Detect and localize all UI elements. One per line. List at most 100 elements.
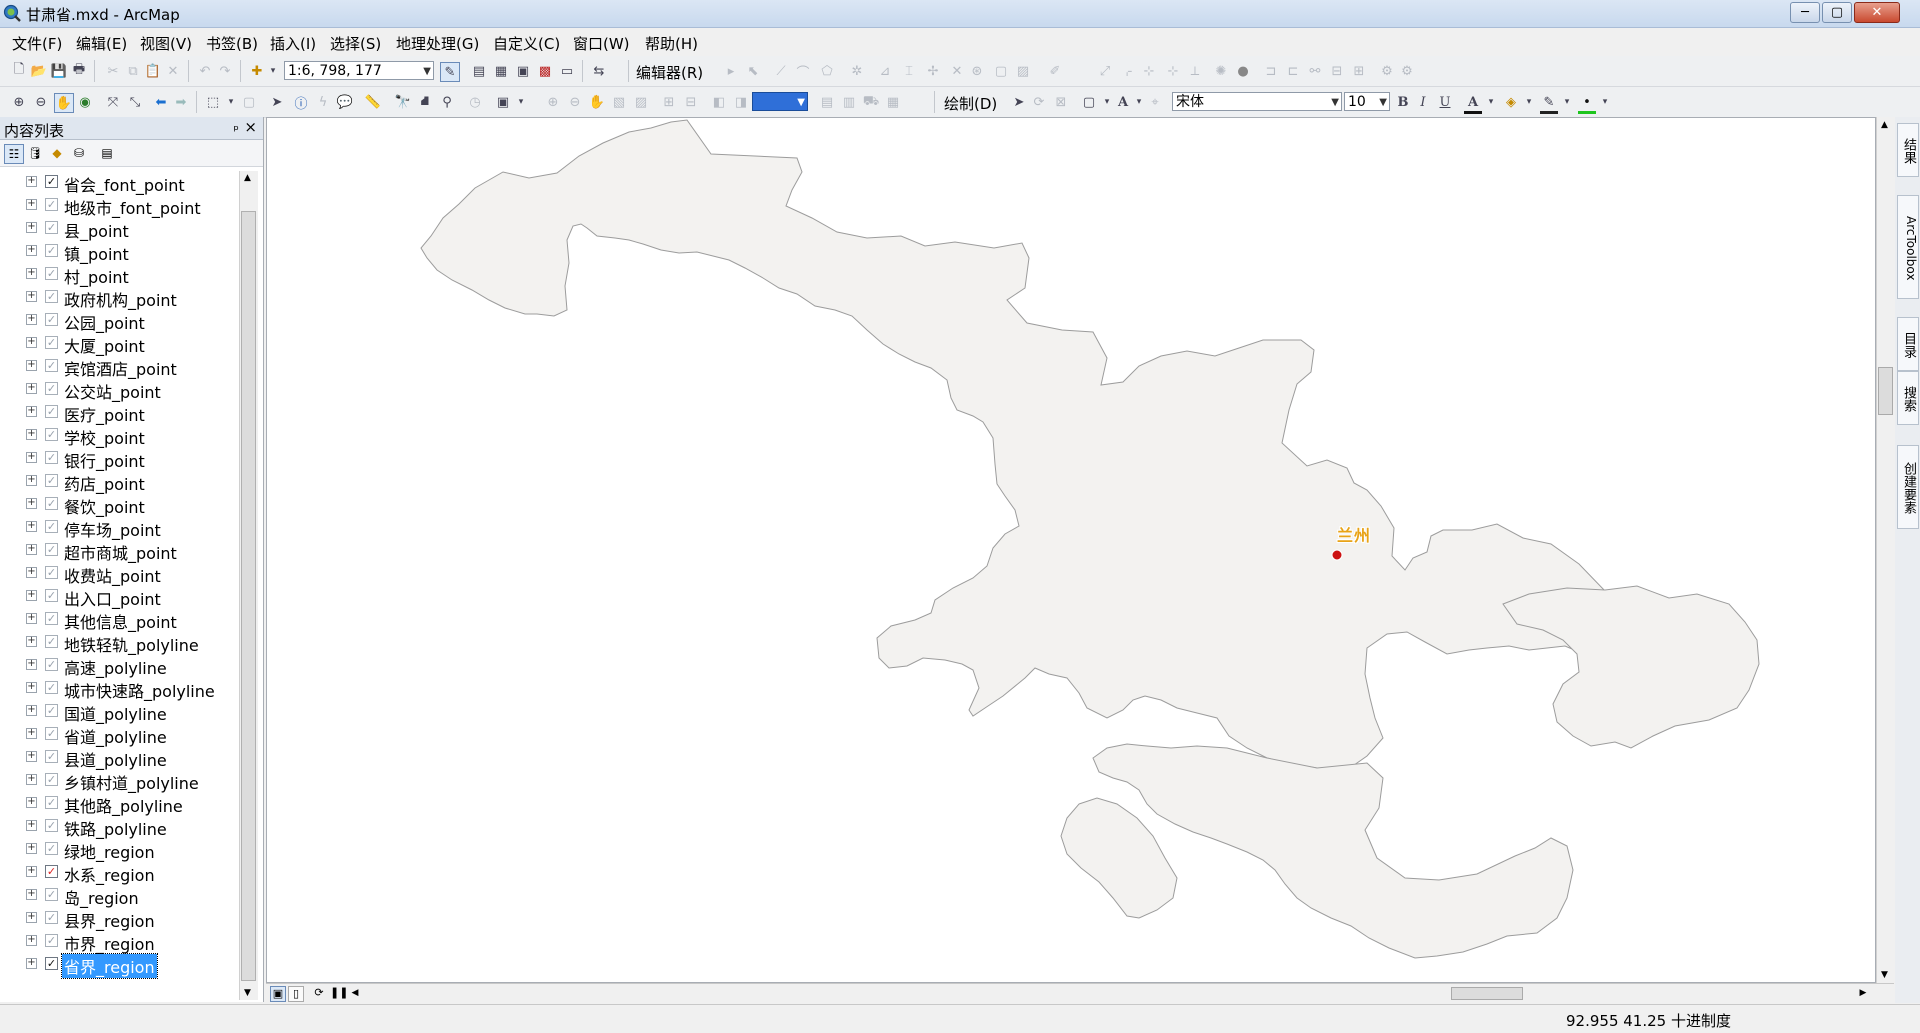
rotate-element-icon[interactable]: ⟳ [1030, 93, 1048, 111]
split-line-icon[interactable]: ✢ [924, 62, 942, 80]
sketch-properties-icon[interactable]: ▢ [992, 62, 1010, 80]
layer-visibility-checkbox[interactable]: ✓ [45, 244, 58, 257]
fixed-layout-zoom-in-icon[interactable]: ⊞ [660, 93, 678, 111]
map-hscroll-thumb[interactable] [1451, 987, 1523, 1000]
layer-visibility-checkbox[interactable]: ✓ [45, 911, 58, 924]
line-color-icon[interactable]: ✎ [1540, 93, 1558, 114]
toc-layer-row[interactable]: + ✓ 银行_point [0, 447, 238, 471]
toc-layer-row[interactable]: + ✓ 学校_point [0, 424, 238, 448]
expand-icon[interactable]: + [26, 337, 37, 348]
edit-vertices-icon[interactable]: ✐ [1046, 62, 1064, 80]
arc-segment-icon[interactable]: ⌒ [794, 62, 812, 81]
layer-visibility-checkbox[interactable]: ✓ [45, 773, 58, 786]
lanzhou-city-point[interactable] [1331, 549, 1343, 561]
clear-selection-icon[interactable]: ▢ [240, 93, 258, 111]
expand-icon[interactable]: + [26, 912, 37, 923]
font-family-combo[interactable]: 宋体 ▼ [1172, 92, 1342, 111]
layer-name[interactable]: 其他路_polyline [64, 793, 183, 817]
scroll-down-icon[interactable]: ▼ [244, 988, 251, 998]
expand-icon[interactable]: + [26, 866, 37, 877]
line-intersection-icon[interactable]: ⊞ [1350, 62, 1368, 80]
expand-icon[interactable]: + [26, 521, 37, 532]
fixed-zoom-in-icon[interactable]: ⤧ [104, 93, 122, 111]
list-by-selection-icon[interactable]: ⛁ [70, 144, 88, 162]
zoom-whole-page-icon[interactable]: ▧ [610, 93, 628, 111]
layer-visibility-checkbox[interactable]: ✓ [45, 589, 58, 602]
expand-icon[interactable]: + [26, 452, 37, 463]
data-view-icon[interactable]: ▣ [270, 986, 286, 1002]
menu-geoprocessing[interactable]: 地理处理(G) [396, 33, 479, 54]
font-color-button[interactable]: A [1464, 93, 1482, 114]
expand-icon[interactable]: + [26, 682, 37, 693]
expand-icon[interactable]: + [26, 360, 37, 371]
close-icon[interactable]: × [244, 118, 257, 136]
close-button[interactable]: ✕ [1854, 2, 1900, 23]
smooth-icon[interactable]: ⚙ [1398, 62, 1416, 80]
editor-menu[interactable]: 编辑器(R) [636, 62, 703, 83]
edit-tool-icon[interactable]: ▸ [722, 62, 740, 80]
layer-name[interactable]: 县_point [64, 218, 129, 242]
full-extent-icon[interactable]: ◉ [76, 93, 94, 111]
fixed-layout-zoom-out-icon[interactable]: ⊟ [682, 93, 700, 111]
next-extent-icon[interactable]: ◨ [732, 93, 750, 111]
trim-icon[interactable]: ⊟ [1328, 62, 1346, 80]
focus-frame-icon[interactable]: ▥ [840, 93, 858, 111]
list-by-drawing-order-icon[interactable]: ☷ [4, 144, 24, 164]
toc-layer-row[interactable]: + ✓ 高速_polyline [0, 654, 238, 678]
toc-layer-row[interactable]: + ✓ 乡镇村道_polyline [0, 769, 238, 793]
viewer-dropdown-icon[interactable]: ▾ [512, 93, 530, 111]
layer-visibility-checkbox[interactable]: ✓ [45, 888, 58, 901]
add-data-dropdown-icon[interactable]: ▾ [264, 62, 282, 80]
toc-layer-row[interactable]: + ✓ 镇_point [0, 240, 238, 264]
pause-drawing-icon[interactable]: ❚❚ [330, 986, 348, 1000]
hyperlink-icon[interactable]: ϟ [314, 93, 332, 111]
layer-visibility-checkbox[interactable]: ✓ [45, 221, 58, 234]
expand-icon[interactable]: + [26, 659, 37, 670]
fillet-icon[interactable]: ⊏ [1284, 62, 1302, 80]
straight-segment-icon[interactable]: ⟋ [772, 62, 790, 80]
arctoolbox-tab[interactable]: ArcToolbox [1897, 195, 1919, 299]
scroll-up-icon[interactable]: ▲ [244, 173, 251, 183]
toc-layer-row[interactable]: + ✓ 村_point [0, 263, 238, 287]
toc-layer-row[interactable]: + ✓ 国道_polyline [0, 700, 238, 724]
layer-visibility-checkbox[interactable]: ✓ [45, 934, 58, 947]
forward-extent-icon[interactable]: ➡ [172, 93, 190, 111]
layer-visibility-checkbox[interactable]: ✓ [45, 520, 58, 533]
scroll-left-icon[interactable]: ◀ [348, 986, 362, 1000]
layer-name[interactable]: 餐饮_point [64, 494, 145, 518]
layer-name[interactable]: 城市快速路_polyline [64, 678, 215, 702]
layer-name[interactable]: 绿地_region [64, 839, 155, 863]
minimize-button[interactable]: ─ [1790, 2, 1820, 23]
scroll-down-icon[interactable]: ▼ [1881, 970, 1888, 980]
toc-layer-row[interactable]: + ✓ 省界_region [0, 953, 238, 979]
expand-icon[interactable]: + [26, 475, 37, 486]
bold-button[interactable]: B [1394, 93, 1412, 111]
layer-name[interactable]: 收费站_point [64, 563, 161, 587]
create-features-tab[interactable]: 创建要素 [1897, 445, 1919, 529]
zoom-in-icon[interactable]: ⊕ [10, 93, 28, 111]
layer-visibility-checkbox[interactable]: ✓ [45, 819, 58, 832]
rotate-icon[interactable]: ✕ [948, 62, 966, 80]
expand-icon[interactable]: + [26, 590, 37, 601]
layer-visibility-checkbox[interactable]: ✓ [45, 382, 58, 395]
scroll-up-icon[interactable]: ▲ [1881, 120, 1888, 130]
layer-name[interactable]: 市界_region [64, 931, 155, 955]
options-icon[interactable]: ▤ [98, 144, 116, 162]
layer-name[interactable]: 铁路_polyline [64, 816, 167, 840]
zoom-to-element-icon[interactable]: ⊠ [1052, 93, 1070, 111]
expand-icon[interactable]: + [26, 544, 37, 555]
expand-icon[interactable]: + [26, 751, 37, 762]
toc-layer-row[interactable]: + ✓ 水系_region [0, 861, 238, 885]
model-builder-icon[interactable]: ⇆ [590, 62, 608, 80]
topology-edit-icon[interactable]: ⌌ [1118, 62, 1136, 80]
toc-layer-row[interactable]: + ✓ 停车场_point [0, 516, 238, 540]
paste-icon[interactable]: 📋 [144, 62, 162, 80]
expand-icon[interactable]: + [26, 199, 37, 210]
toc-layer-row[interactable]: + ✓ 县道_polyline [0, 746, 238, 770]
toc-scroll-thumb[interactable] [241, 211, 256, 981]
expand-icon[interactable]: + [26, 245, 37, 256]
layer-visibility-checkbox[interactable]: ✓ [45, 428, 58, 441]
search-window-icon[interactable]: ▣ [514, 62, 532, 80]
expand-icon[interactable]: + [26, 268, 37, 279]
expand-icon[interactable]: + [26, 222, 37, 233]
